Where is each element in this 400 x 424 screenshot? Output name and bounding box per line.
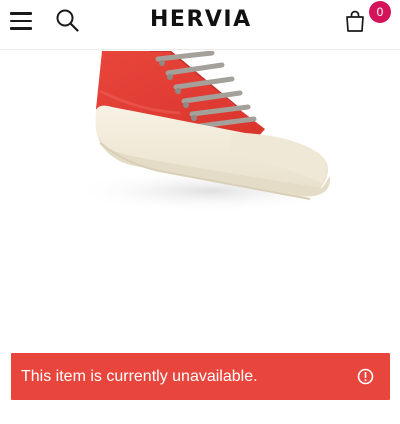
alert-message: This item is currently unavailable. xyxy=(21,368,258,385)
info-alert-icon xyxy=(357,368,374,385)
product-image[interactable] xyxy=(0,51,400,351)
site-header: HERVIA 0 xyxy=(0,0,400,50)
product-image-area xyxy=(0,51,400,351)
menu-icon[interactable] xyxy=(10,12,32,30)
unavailable-alert: This item is currently unavailable. xyxy=(11,353,390,400)
cart-count-badge[interactable]: 0 xyxy=(369,1,391,23)
brand-logo[interactable]: HERVIA xyxy=(150,6,250,34)
shopping-bag-icon[interactable] xyxy=(343,9,367,33)
search-icon[interactable] xyxy=(55,8,79,32)
